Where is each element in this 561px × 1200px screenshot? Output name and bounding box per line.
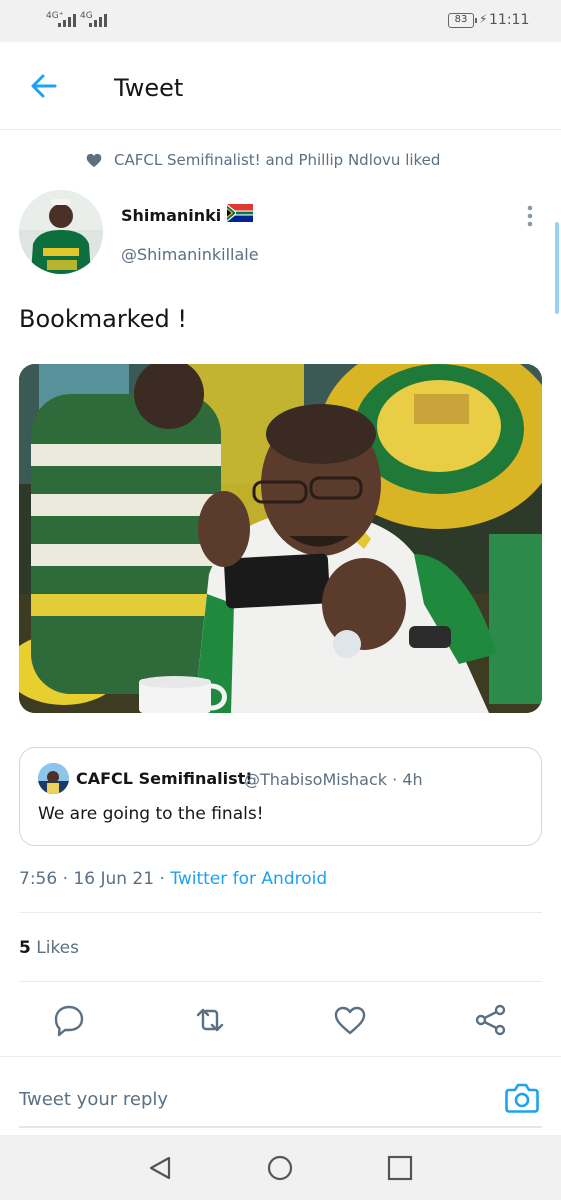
author-flag [227,204,254,226]
meta-separator-2: · [159,869,165,889]
reply-icon[interactable] [51,1002,87,1038]
nav-recents-icon[interactable] [385,1153,415,1183]
quoted-separator: · [392,770,398,789]
quoted-author-meta: @ThabisoMishack · 4h [244,770,423,789]
arrow-left-icon[interactable] [26,68,62,104]
sim1-signal-icon [58,14,76,27]
camera-icon[interactable] [503,1079,541,1117]
reply-composer [0,1059,561,1135]
quoted-tweet[interactable]: CAFCL Semifinalist! @ThabisoMishack · 4h… [19,747,542,846]
divider [0,1056,561,1057]
social-context: CAFCL Semifinalist! and Phillip Ndlovu l… [86,151,440,169]
quoted-tweet-text: We are going to the finals! [38,804,264,824]
quoted-author-handle: @ThabisoMishack [244,770,388,789]
sim2-signal-icon [89,14,107,27]
battery-indicator: 83 [448,13,477,28]
nav-back-icon[interactable] [145,1153,175,1183]
quoted-author-name: CAFCL Semifinalist! [76,769,253,788]
author-avatar[interactable] [19,190,103,274]
tweet-source-link[interactable]: Twitter for Android [170,869,327,889]
top-app-bar: Tweet [0,42,561,130]
avatar-image [19,190,103,274]
tweet-text: Bookmarked ! [19,305,187,333]
tweet-meta: 7:56 · 16 Jun 21 · Twitter for Android [19,869,327,889]
meta-separator-1: · [62,869,68,889]
likes-count: 5 [19,938,31,958]
heart-filled-icon [86,153,102,167]
reply-input[interactable] [19,1079,479,1119]
status-bar: 4G⁺ 4G 83 ⚡ 11:11 [0,0,561,42]
author-name-text: Shimaninki [121,205,222,225]
likes-stat[interactable]: 5 Likes [19,938,79,958]
likes-label: Likes [30,938,79,958]
quoted-author-avatar[interactable] [38,763,69,794]
author-handle[interactable]: @Shimaninkillale [121,245,259,264]
page-title: Tweet [114,74,184,102]
more-options-icon[interactable] [520,203,540,229]
tweet-actions [0,998,561,1042]
divider [19,981,542,982]
nav-home-icon[interactable] [265,1153,295,1183]
like-icon[interactable] [332,1002,368,1038]
quoted-age: 4h [402,770,423,789]
retweet-icon[interactable] [192,1002,228,1038]
tweet-media[interactable] [19,364,542,713]
system-navigation-bar [0,1135,561,1200]
tweet-photo [19,364,542,713]
divider [19,912,542,913]
south-africa-flag-icon [227,204,254,222]
tweet-time: 7:56 [19,869,58,889]
status-time: 11:11 [489,12,530,28]
reply-underline [19,1126,542,1128]
author-name[interactable]: Shimaninki [121,204,254,226]
social-context-text: CAFCL Semifinalist! and Phillip Ndlovu l… [114,151,441,169]
charging-icon: ⚡ [479,12,488,26]
scrollbar-thumb[interactable] [555,222,559,314]
share-icon[interactable] [473,1002,509,1038]
quoted-avatar-image [38,763,69,794]
tweet-date: 16 Jun 21 [73,869,155,889]
